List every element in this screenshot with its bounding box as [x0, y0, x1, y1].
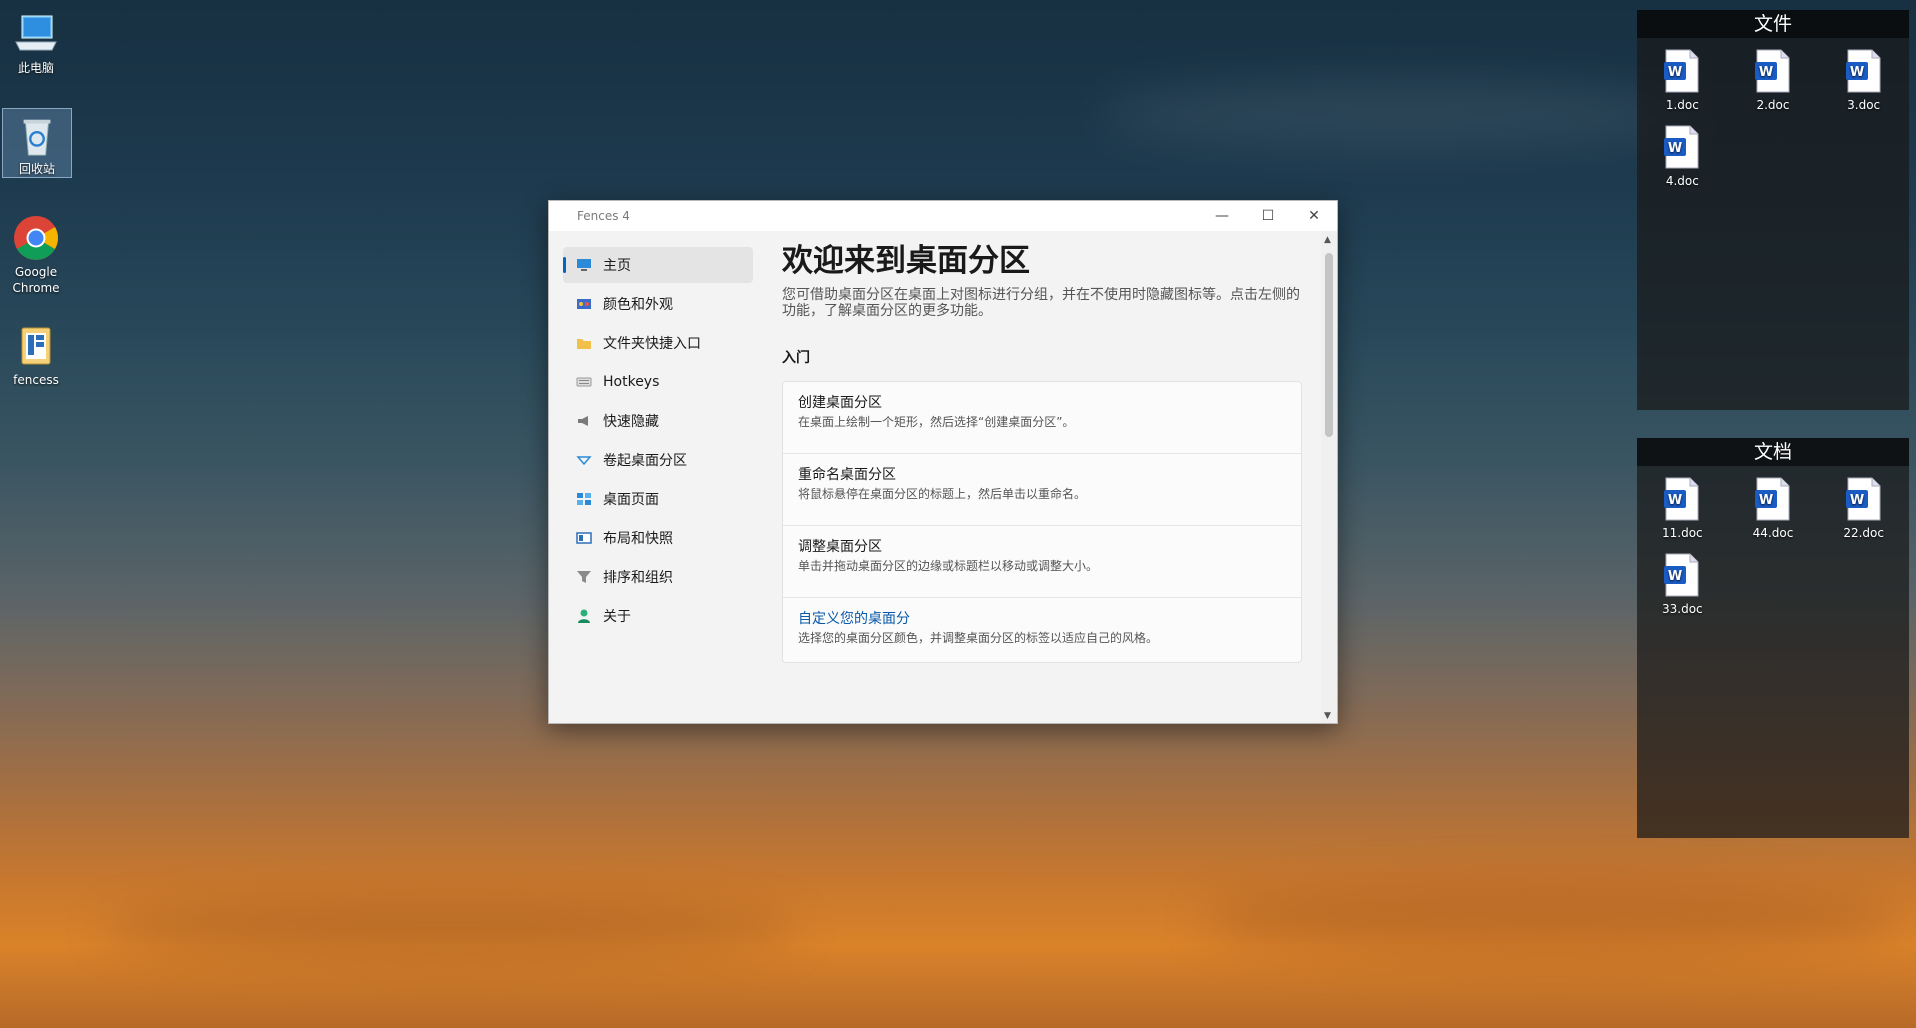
- layout-icon: [575, 529, 593, 547]
- nav-item-folder-portals[interactable]: 文件夹快捷入口: [563, 325, 753, 361]
- computer-icon: [15, 15, 57, 51]
- fences-settings-window[interactable]: Fences 4 — ☐ ✕ 主页 颜色和外观 文件夹快捷入口 Hotkeys …: [548, 200, 1338, 724]
- card-adjust-fence[interactable]: 调整桌面分区 单击并拖动桌面分区的边缘或标题栏以移动或调整大小。: [783, 526, 1301, 598]
- sidebar-nav: 主页 颜色和外观 文件夹快捷入口 Hotkeys 快速隐藏 卷起桌面分区 桌面页…: [563, 247, 753, 637]
- desktop-icon-recycle-bin[interactable]: 回收站: [2, 108, 72, 178]
- file-item[interactable]: W 22.doc: [1818, 476, 1909, 540]
- fence-files[interactable]: 文件 W 1.doc W 2.doc W 3.doc W 4.doc: [1637, 10, 1909, 410]
- svg-text:W: W: [1759, 493, 1773, 508]
- file-item[interactable]: W 1.doc: [1637, 48, 1728, 112]
- section-heading: 入门: [782, 350, 810, 366]
- page-description: 您可借助桌面分区在桌面上对图标进行分组，并在不使用时隐藏图标等。点击左侧的功能，…: [782, 287, 1300, 319]
- scroll-down-icon[interactable]: ▼: [1324, 711, 1331, 721]
- fence-title[interactable]: 文件: [1637, 10, 1909, 38]
- file-item[interactable]: W 3.doc: [1818, 48, 1909, 112]
- nav-item-home[interactable]: 主页: [563, 247, 753, 283]
- palette-icon: [575, 295, 593, 313]
- card-customize-fence[interactable]: 自定义您的桌面分 选择您的桌面分区颜色，并调整桌面分区的标签以适应自己的风格。: [783, 598, 1301, 662]
- scroll-up-icon[interactable]: ▲: [1324, 235, 1331, 245]
- getting-started-cards: 创建桌面分区 在桌面上绘制一个矩形，然后选择“创建桌面分区”。 重命名桌面分区 …: [782, 381, 1302, 663]
- nav-item-sort[interactable]: 排序和组织: [563, 559, 753, 595]
- nav-item-colors[interactable]: 颜色和外观: [563, 286, 753, 322]
- chrome-icon: [14, 216, 58, 260]
- word-doc-icon: W: [1845, 49, 1881, 93]
- svg-text:W: W: [1668, 141, 1682, 156]
- nav-item-hotkeys[interactable]: Hotkeys: [563, 364, 753, 400]
- svg-text:W: W: [1849, 65, 1863, 80]
- page-title: 欢迎来到桌面分区: [782, 243, 1030, 279]
- word-doc-icon: W: [1664, 49, 1699, 93]
- pages-icon: [575, 490, 593, 508]
- card-rename-fence[interactable]: 重命名桌面分区 将鼠标悬停在桌面分区的标题上，然后单击以重命名。: [783, 454, 1301, 526]
- customize-link[interactable]: 自定义您的桌面分: [798, 610, 1286, 628]
- close-button[interactable]: ✕: [1291, 201, 1337, 231]
- person-icon: [575, 607, 593, 625]
- fences-icon: [21, 327, 51, 365]
- svg-text:W: W: [1668, 65, 1682, 80]
- minimize-button[interactable]: —: [1199, 201, 1245, 231]
- nav-item-about[interactable]: 关于: [563, 598, 753, 634]
- word-doc-icon: W: [1664, 477, 1699, 521]
- fence-documents[interactable]: 文档 W 11.doc W 44.doc W 22.doc W 33.doc: [1637, 438, 1909, 838]
- file-item[interactable]: W 4.doc: [1637, 124, 1728, 188]
- nav-item-desktop-pages[interactable]: 桌面页面: [563, 481, 753, 517]
- scroll-thumb[interactable]: [1325, 253, 1333, 437]
- word-doc-icon: W: [1754, 49, 1790, 93]
- vertical-scrollbar[interactable]: ▲ ▼: [1321, 231, 1337, 723]
- word-doc-icon: W: [1754, 477, 1790, 521]
- card-create-fence[interactable]: 创建桌面分区 在桌面上绘制一个矩形，然后选择“创建桌面分区”。: [783, 382, 1301, 454]
- title-bar[interactable]: Fences 4 — ☐ ✕: [549, 201, 1337, 231]
- word-doc-icon: W: [1845, 477, 1881, 521]
- file-item[interactable]: W 2.doc: [1728, 48, 1819, 112]
- desktop-icon-this-pc[interactable]: 此电脑: [2, 6, 70, 76]
- nav-item-rollup[interactable]: 卷起桌面分区: [563, 442, 753, 478]
- filter-icon: [575, 568, 593, 586]
- file-item[interactable]: W 44.doc: [1728, 476, 1819, 540]
- fence-title[interactable]: 文档: [1637, 438, 1909, 466]
- main-content: 欢迎来到桌面分区 您可借助桌面分区在桌面上对图标进行分组，并在不使用时隐藏图标等…: [782, 239, 1302, 663]
- svg-text:W: W: [1849, 493, 1863, 508]
- desktop-icon-fences[interactable]: fencess: [2, 318, 70, 390]
- word-doc-icon: W: [1664, 125, 1699, 169]
- file-item[interactable]: W 33.doc: [1637, 552, 1728, 616]
- svg-text:W: W: [1668, 493, 1682, 508]
- keyboard-icon: [575, 373, 593, 391]
- file-item[interactable]: W 11.doc: [1637, 476, 1728, 540]
- word-doc-icon: W: [1664, 553, 1699, 597]
- svg-text:W: W: [1759, 65, 1773, 80]
- monitor-icon: [575, 256, 593, 274]
- window-title: Fences 4: [577, 209, 630, 223]
- desktop-icon-chrome[interactable]: Google Chrome: [2, 210, 70, 300]
- nav-item-layouts[interactable]: 布局和快照: [563, 520, 753, 556]
- recycle-bin-icon: [23, 119, 51, 156]
- rollup-icon: [575, 451, 593, 469]
- folder-icon: [575, 334, 593, 352]
- svg-text:W: W: [1668, 569, 1682, 584]
- nav-item-quick-hide[interactable]: 快速隐藏: [563, 403, 753, 439]
- maximize-button[interactable]: ☐: [1245, 201, 1291, 231]
- megaphone-icon: [575, 412, 593, 430]
